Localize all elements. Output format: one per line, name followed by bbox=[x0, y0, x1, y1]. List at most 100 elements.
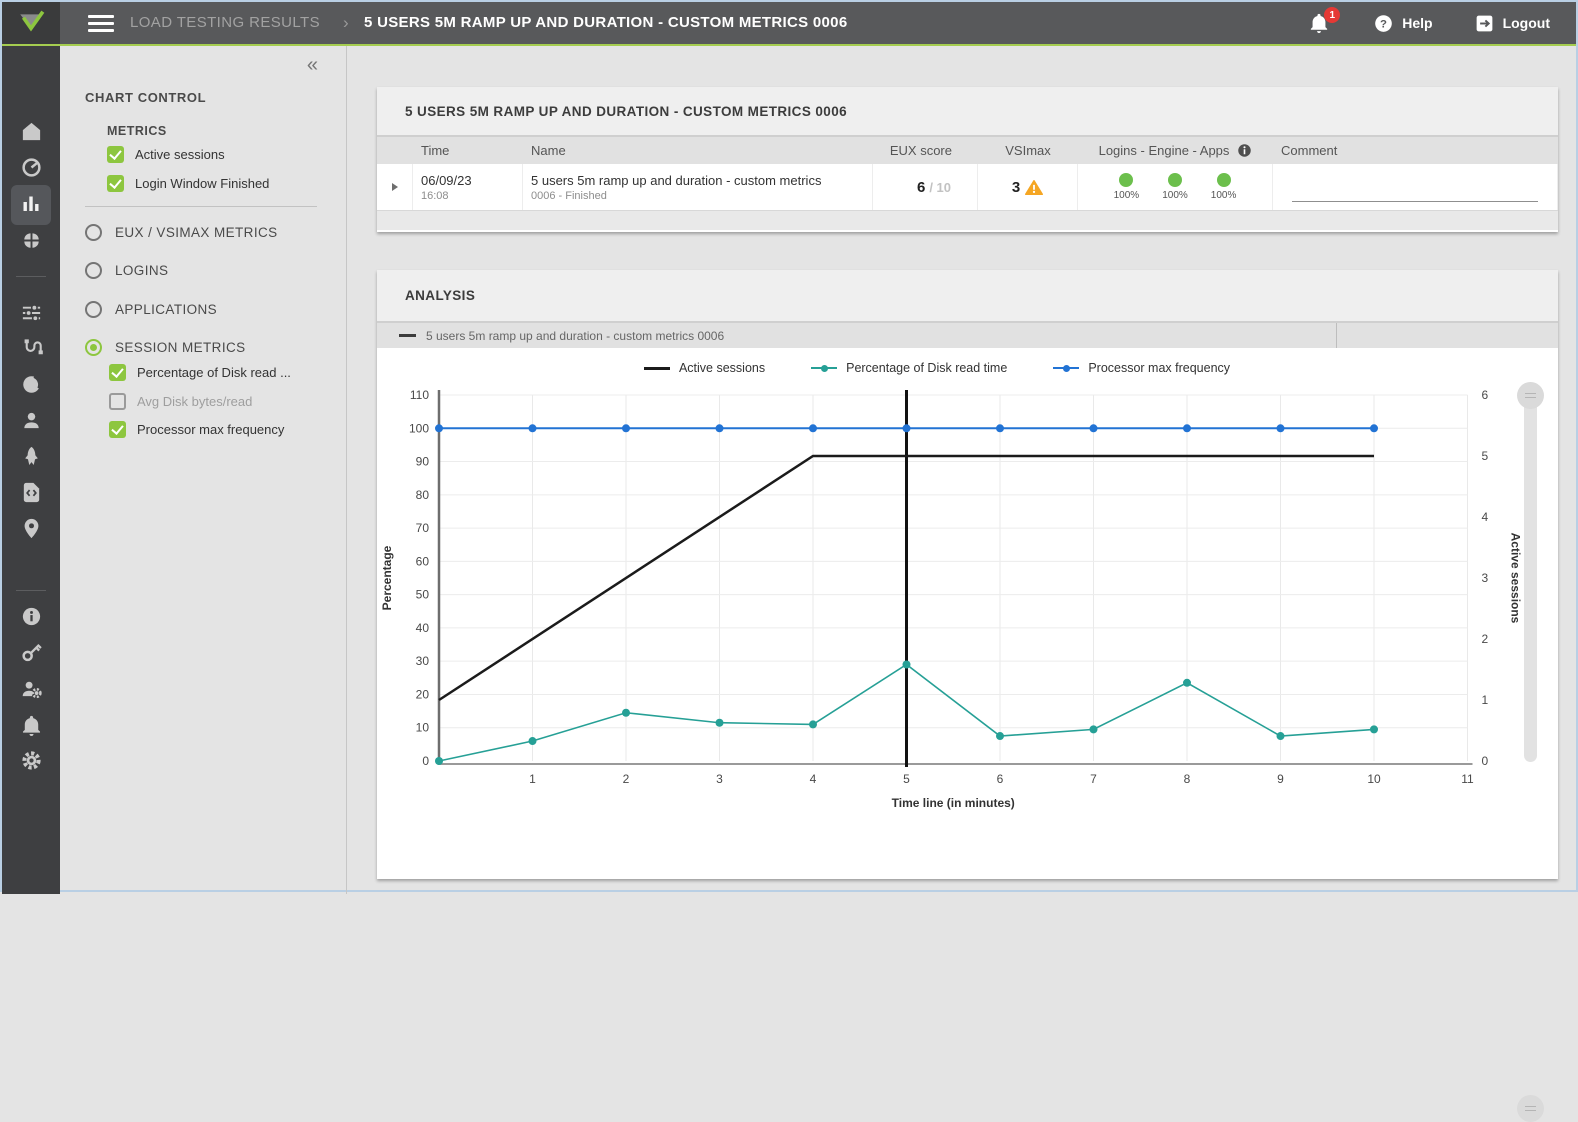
y-axis-tick-right: 0 bbox=[1482, 754, 1489, 768]
legend-swatch-icon bbox=[1053, 364, 1079, 372]
legend-item[interactable]: Percentage of Disk read time bbox=[811, 361, 1007, 375]
x-axis-tick: 8 bbox=[1184, 772, 1191, 786]
x-axis-tick: 1 bbox=[529, 772, 536, 786]
checkbox-processor-max-frequency[interactable]: Processor max frequency bbox=[109, 421, 284, 438]
checkbox-active-sessions[interactable]: Active sessions bbox=[107, 146, 225, 163]
logo-icon bbox=[17, 10, 45, 36]
y-axis-tick-left: 30 bbox=[416, 654, 430, 668]
logout-icon bbox=[1474, 13, 1495, 34]
nav-home[interactable] bbox=[2, 113, 60, 149]
nav-applications[interactable] bbox=[2, 222, 60, 258]
nav-user-management[interactable] bbox=[2, 670, 60, 706]
app-logo[interactable] bbox=[2, 2, 60, 44]
globe-icon bbox=[20, 373, 43, 396]
cable-icon bbox=[20, 337, 43, 360]
help-button[interactable]: ? Help bbox=[1353, 2, 1452, 44]
series-point bbox=[996, 424, 1004, 432]
legend-item[interactable]: Active sessions bbox=[644, 361, 765, 375]
radio-session-metrics[interactable]: SESSION METRICS bbox=[85, 339, 246, 356]
checkbox-login-window-finished[interactable]: Login Window Finished bbox=[107, 175, 269, 192]
legend-label: Active sessions bbox=[679, 361, 765, 375]
nav-alerts[interactable] bbox=[2, 707, 60, 743]
x-axis-tick: 9 bbox=[1277, 772, 1284, 786]
y-axis-tick-left: 90 bbox=[416, 455, 430, 469]
engine-status-dot bbox=[1168, 173, 1182, 187]
series-point bbox=[903, 424, 911, 432]
table-header-row: Time Name EUX score VSImax Logins - Engi… bbox=[377, 137, 1558, 164]
nav-scripts[interactable] bbox=[2, 474, 60, 510]
series-point bbox=[903, 661, 911, 669]
series-point bbox=[1277, 732, 1285, 740]
results-panel: 5 USERS 5M RAMP UP AND DURATION - CUSTOM… bbox=[377, 87, 1558, 232]
nav-connections[interactable] bbox=[2, 330, 60, 366]
nav-divider bbox=[16, 590, 46, 591]
x-axis-tick: 4 bbox=[810, 772, 817, 786]
checkbox-unchecked-icon bbox=[109, 393, 126, 410]
column-header-eux-score: EUX score bbox=[873, 143, 978, 158]
legend-item[interactable]: Processor max frequency bbox=[1053, 361, 1230, 375]
radio-eux-vsimax-metrics[interactable]: EUX / VSIMAX METRICS bbox=[85, 224, 278, 241]
series-point bbox=[1090, 424, 1098, 432]
chart-range-slider-handle-bottom[interactable] bbox=[1517, 1095, 1544, 1122]
sliders-icon bbox=[20, 301, 43, 324]
engine-percent: 100% bbox=[1162, 190, 1188, 201]
notifications-button[interactable]: 1 bbox=[1286, 2, 1352, 44]
chart-range-slider-track[interactable] bbox=[1524, 395, 1537, 762]
series-point bbox=[809, 720, 817, 728]
nav-tune[interactable] bbox=[2, 294, 60, 330]
info-icon[interactable] bbox=[1237, 143, 1252, 158]
radio-label: EUX / VSIMAX METRICS bbox=[115, 225, 278, 240]
x-axis-tick: 11 bbox=[1461, 772, 1474, 786]
bar-chart-icon bbox=[19, 191, 43, 215]
nav-divider bbox=[16, 276, 46, 277]
series-selector-bar[interactable]: 5 users 5m ramp up and duration - custom… bbox=[377, 323, 1558, 348]
chart-range-slider-handle-top[interactable] bbox=[1517, 382, 1544, 409]
column-header-name: Name bbox=[523, 143, 873, 158]
expand-row-icon[interactable] bbox=[392, 183, 398, 191]
user-icon bbox=[20, 409, 43, 432]
rocket-icon bbox=[20, 445, 43, 468]
logout-button[interactable]: Logout bbox=[1454, 2, 1570, 44]
nav-locations-globe[interactable] bbox=[2, 366, 60, 402]
series-point bbox=[1183, 424, 1191, 432]
checkbox-percentage-disk-read[interactable]: Percentage of Disk read ... bbox=[109, 364, 291, 381]
apps-percent: 100% bbox=[1211, 190, 1237, 201]
nav-load-testing-results[interactable] bbox=[2, 185, 60, 221]
key-icon bbox=[20, 641, 43, 664]
analysis-chart-svg: 0102030405060708090100110012345612345678… bbox=[377, 378, 1527, 818]
nav-info[interactable] bbox=[2, 598, 60, 634]
checkbox-label: Processor max frequency bbox=[137, 422, 284, 437]
logins-status-dot bbox=[1119, 173, 1133, 187]
y-axis-tick-left: 110 bbox=[410, 388, 429, 402]
logout-label: Logout bbox=[1503, 15, 1550, 31]
notification-badge: 1 bbox=[1324, 7, 1340, 23]
comment-field[interactable] bbox=[1292, 172, 1539, 202]
checkbox-avg-disk-bytes-read[interactable]: Avg Disk bytes/read bbox=[109, 393, 252, 410]
checkbox-checked-icon bbox=[107, 175, 124, 192]
menu-icon[interactable] bbox=[88, 15, 114, 32]
series-point bbox=[1370, 424, 1378, 432]
nav-dashboard[interactable] bbox=[2, 149, 60, 185]
radio-logins[interactable]: LOGINS bbox=[85, 262, 168, 279]
table-row[interactable]: 06/09/23 16:08 5 users 5m ramp up and du… bbox=[377, 164, 1558, 210]
help-icon: ? bbox=[1373, 13, 1394, 34]
legend-label: Processor max frequency bbox=[1088, 361, 1230, 375]
test-time: 16:08 bbox=[421, 190, 472, 202]
breadcrumb-separator-icon: › bbox=[343, 13, 349, 33]
breadcrumb[interactable]: LOAD TESTING RESULTS bbox=[130, 14, 320, 31]
nav-locations-pin[interactable] bbox=[2, 510, 60, 546]
y-axis-title-right: Active sessions bbox=[1509, 533, 1523, 624]
chart-control-panel: « CHART CONTROL METRICS Active sessions … bbox=[60, 46, 347, 894]
radio-applications[interactable]: APPLICATIONS bbox=[85, 301, 217, 318]
checkbox-label: Percentage of Disk read ... bbox=[137, 365, 291, 380]
page-title: 5 USERS 5M RAMP UP AND DURATION - CUSTOM… bbox=[364, 14, 847, 31]
nav-users[interactable] bbox=[2, 402, 60, 438]
nav-access-keys[interactable] bbox=[2, 634, 60, 670]
radio-unselected-icon bbox=[85, 262, 102, 279]
nav-tests-rocket[interactable] bbox=[2, 438, 60, 474]
series-point bbox=[809, 424, 817, 432]
x-axis-tick: 5 bbox=[903, 772, 910, 786]
y-axis-tick-right: 5 bbox=[1482, 449, 1489, 463]
collapse-panel-button[interactable]: « bbox=[307, 54, 318, 77]
nav-settings[interactable] bbox=[2, 742, 60, 778]
